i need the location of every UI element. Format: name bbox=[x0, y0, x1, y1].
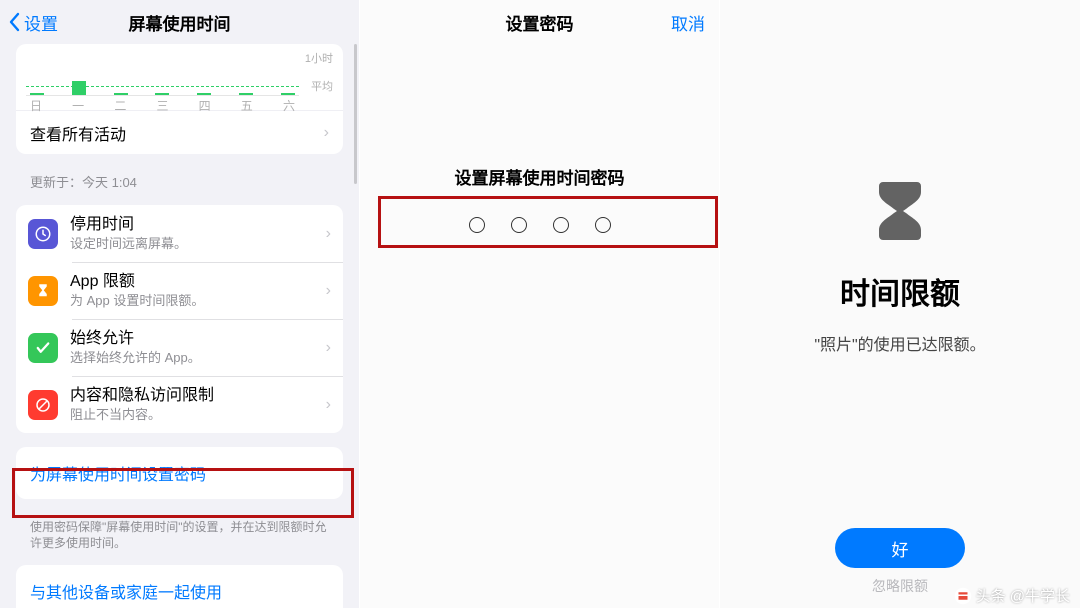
chart-1h-label: 1小时 bbox=[305, 50, 333, 66]
ok-button[interactable]: 好 bbox=[835, 528, 965, 568]
hourglass-icon bbox=[28, 276, 58, 306]
see-all-label: 查看所有活动 bbox=[30, 121, 126, 145]
settings-list: 停用时间 设定时间远离屏幕。 › App 限额 为 App 设置时间限额。 › bbox=[16, 205, 343, 433]
nav-bar: 设置密码 取消 bbox=[360, 0, 719, 44]
content-privacy-title: 内容和隐私访问限制 bbox=[70, 386, 318, 406]
app-limits-row[interactable]: App 限额 为 App 设置时间限额。 › bbox=[16, 262, 343, 319]
chevron-right-icon: › bbox=[324, 124, 329, 142]
back-label: 设置 bbox=[24, 10, 58, 35]
downtime-sub: 设定时间远离屏幕。 bbox=[70, 235, 318, 252]
passcode-dot bbox=[553, 217, 569, 233]
chevron-right-icon: › bbox=[326, 396, 331, 414]
content-privacy-sub: 阻止不当内容。 bbox=[70, 406, 318, 423]
downtime-row[interactable]: 停用时间 设定时间远离屏幕。 › bbox=[16, 205, 343, 262]
watermark-text: 头条 @牛学长 bbox=[976, 585, 1070, 606]
set-passcode-card: 为屏幕使用时间设置密码 bbox=[16, 447, 343, 499]
passcode-dot bbox=[595, 217, 611, 233]
app-limits-sub: 为 App 设置时间限额。 bbox=[70, 292, 318, 309]
settings-panel: 设置 屏幕使用时间 1小时 平均 日 一 二 三 bbox=[0, 0, 360, 608]
set-passcode-button[interactable]: 为屏幕使用时间设置密码 bbox=[16, 447, 343, 499]
chevron-right-icon: › bbox=[326, 225, 331, 243]
passcode-panel: 设置密码 取消 设置屏幕使用时间密码 bbox=[360, 0, 720, 608]
last-updated: 更新于：今天 1:04 bbox=[0, 164, 359, 205]
passcode-dots[interactable] bbox=[360, 217, 719, 233]
hourglass-icon bbox=[875, 180, 925, 247]
scroll-indicator bbox=[354, 44, 357, 184]
always-allowed-row[interactable]: 始终允许 选择始终允许的 App。 › bbox=[16, 319, 343, 376]
limit-title: 时间限额 bbox=[720, 269, 1080, 313]
passcode-dot bbox=[511, 217, 527, 233]
passcode-prompt: 设置屏幕使用时间密码 bbox=[360, 164, 719, 189]
page-title: 屏幕使用时间 bbox=[129, 10, 231, 35]
limit-reached-panel: 时间限额 "照片"的使用已达限额。 好 忽略限额 bbox=[720, 0, 1080, 608]
block-icon bbox=[28, 390, 58, 420]
chevron-right-icon: › bbox=[326, 339, 331, 357]
usage-chart-card: 1小时 平均 日 一 二 三 四 五 六 bbox=[16, 44, 343, 154]
content-privacy-row[interactable]: 内容和隐私访问限制 阻止不当内容。 › bbox=[16, 376, 343, 433]
chart-avg-label: 平均 bbox=[311, 78, 333, 94]
chevron-left-icon bbox=[8, 12, 20, 32]
always-allowed-title: 始终允许 bbox=[70, 329, 318, 349]
share-family-card: 与其他设备或家庭一起使用 bbox=[16, 565, 343, 608]
back-button[interactable]: 设置 bbox=[8, 0, 58, 44]
share-family-button[interactable]: 与其他设备或家庭一起使用 bbox=[16, 565, 343, 608]
see-all-activity[interactable]: 查看所有活动 › bbox=[16, 110, 343, 154]
watermark-icon bbox=[954, 587, 972, 605]
ignore-limit-button[interactable]: 忽略限额 bbox=[872, 576, 928, 596]
app-limits-title: App 限额 bbox=[70, 272, 318, 292]
downtime-icon bbox=[28, 219, 58, 249]
watermark: 头条 @牛学长 bbox=[954, 585, 1070, 606]
downtime-title: 停用时间 bbox=[70, 215, 318, 235]
page-title: 设置密码 bbox=[506, 10, 574, 35]
cancel-button[interactable]: 取消 bbox=[671, 0, 705, 44]
passcode-dot bbox=[469, 217, 485, 233]
limit-message: "照片"的使用已达限额。 bbox=[720, 331, 1080, 355]
nav-bar: 设置 屏幕使用时间 bbox=[0, 0, 359, 44]
set-passcode-hint: 使用密码保障"屏幕使用时间"的设置，并在达到限额时允许更多使用时间。 bbox=[0, 513, 359, 565]
always-allowed-sub: 选择始终允许的 App。 bbox=[70, 349, 318, 366]
chart-bars bbox=[30, 65, 295, 95]
check-icon bbox=[28, 333, 58, 363]
chevron-right-icon: › bbox=[326, 282, 331, 300]
